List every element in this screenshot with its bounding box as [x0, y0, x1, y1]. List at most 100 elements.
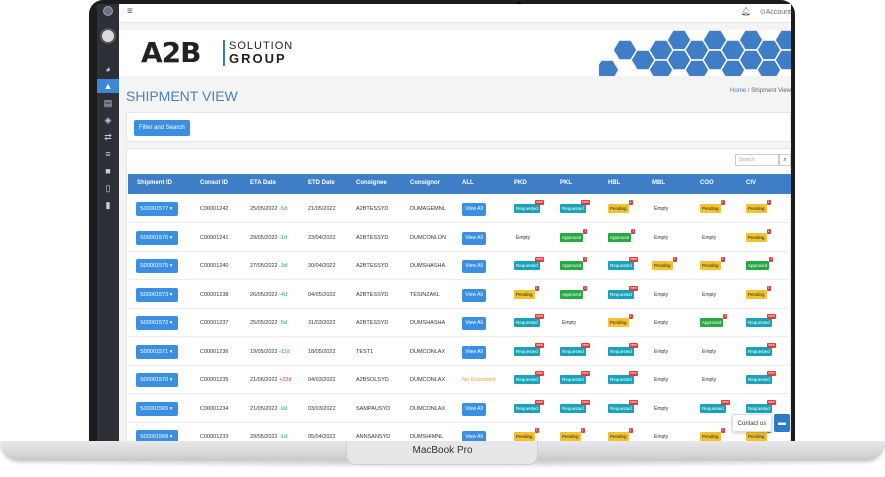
layers-icon[interactable]: ◈ [97, 113, 119, 127]
document-status-badge[interactable]: Requested new [560, 342, 590, 356]
account-menu[interactable]: ⊙Account [760, 8, 791, 16]
document-status-badge[interactable]: Approved 1 [608, 228, 636, 242]
column-header[interactable]: PKL [560, 180, 572, 186]
document-status-badge[interactable]: Approved 1 [560, 257, 588, 270]
eta-delta: -9d [279, 405, 288, 412]
document-status-badge[interactable]: Requested new [746, 342, 776, 356]
avatar[interactable] [100, 28, 116, 44]
etd-date: 05/04/2022 [308, 434, 336, 440]
hamburger-icon[interactable]: ≡ [127, 6, 133, 17]
shipment-id-dropdown[interactable]: S00001569 ▾ [136, 401, 178, 416]
document-status-badge[interactable]: Pending1 [652, 257, 677, 270]
chat-icon[interactable]: ▬ [774, 414, 790, 432]
document-status-badge[interactable]: Pending1 [560, 428, 585, 441]
view-all-button[interactable]: View All [462, 260, 486, 273]
document-status-badge[interactable]: Approved 1 [560, 285, 588, 299]
document-status-badge[interactable]: Pending1 [700, 428, 725, 441]
view-all-button[interactable]: View All [462, 345, 486, 359]
document-status-badge[interactable]: Pending1 [746, 228, 771, 242]
dashboard-icon[interactable]: ◕ [97, 62, 119, 76]
column-header[interactable]: Consignor [410, 180, 440, 186]
shipment-id-dropdown[interactable]: S00001575 ▾ [136, 259, 178, 273]
document-status-badge[interactable]: Requested new [746, 371, 776, 384]
column-header[interactable]: ETD Date [308, 180, 335, 186]
document-status-badge[interactable]: Requested new [514, 314, 544, 327]
document-status-badge[interactable]: Pending1 [746, 428, 771, 441]
document-status-badge[interactable]: Approved 1 [560, 228, 588, 242]
etd-date: 18/05/2022 [308, 348, 336, 355]
view-all-button[interactable]: View All [462, 231, 486, 245]
consignor: DUMCONLAX [410, 405, 446, 412]
shipment-id-dropdown[interactable]: S00001570 ▾ [136, 373, 178, 387]
document-status-badge[interactable]: Pending1 [608, 428, 633, 441]
bell-icon[interactable]: 🔔︎ [741, 7, 751, 16]
document-status-badge[interactable]: Requested new [746, 399, 776, 413]
eta-date: 21/05/2022 -9d [250, 405, 288, 412]
column-header[interactable]: COO [700, 180, 714, 186]
notification-badge: 1 [769, 257, 774, 262]
document-status-badge[interactable]: Requested new [700, 399, 730, 413]
document-status-badge[interactable]: Requested new [514, 200, 544, 213]
document-status-badge[interactable]: Requested new [514, 399, 544, 413]
shipment-id-dropdown[interactable]: S00001572 ▾ [136, 316, 178, 330]
stack-icon[interactable]: ≡ [97, 147, 119, 161]
contact-us-button[interactable]: Contact us [732, 414, 772, 432]
shipment-icon[interactable]: ▲ [97, 79, 119, 93]
truck-icon[interactable]: ■ [97, 164, 119, 178]
column-header[interactable]: Consignee [356, 180, 387, 186]
shipment-id-dropdown[interactable]: S00001573 ▾ [136, 287, 178, 302]
shipment-id-dropdown[interactable]: S00001577 ▾ [136, 202, 178, 216]
view-all-button[interactable]: View All [462, 203, 486, 216]
exchange-icon[interactable]: ⇄ [97, 130, 119, 144]
document-status-badge[interactable]: Approved 1 [746, 257, 774, 270]
account-label[interactable]: Account [766, 9, 791, 16]
column-header[interactable]: PKD [514, 180, 527, 186]
shipment-id-dropdown[interactable]: S00001571 ▾ [136, 344, 178, 359]
document-status-badge[interactable]: Pending1 [514, 285, 539, 299]
view-all-button[interactable]: View All [462, 288, 486, 302]
column-header[interactable]: ALL [462, 180, 474, 186]
search-icon[interactable]: ⌕ [779, 154, 791, 166]
document-status-badge[interactable]: Requested new [746, 314, 776, 327]
column-header[interactable]: Shipment ID [137, 180, 172, 186]
app-logo-icon[interactable] [103, 6, 113, 16]
column-header[interactable]: ETA Date [250, 180, 276, 186]
shipment-id-dropdown[interactable]: S00001576 ▾ [136, 230, 178, 245]
column-header[interactable]: MBL [652, 180, 665, 186]
column-header[interactable]: HBL [608, 180, 620, 186]
document-status-badge[interactable]: Requested new [608, 399, 638, 413]
filter-button[interactable]: Filter and Search [134, 120, 190, 136]
document-status-badge[interactable]: Requested new [560, 200, 590, 213]
document-status-badge[interactable]: Pending1 [746, 200, 771, 213]
document-status-badge[interactable]: Pending1 [514, 428, 539, 441]
document-status-badge[interactable]: Requested new [560, 371, 590, 384]
document-status-badge[interactable]: Requested new [514, 371, 544, 384]
document-status-badge[interactable]: Requested new [514, 257, 544, 270]
notification-badge: 1 [534, 428, 539, 433]
document-status-badge[interactable]: Pending1 [700, 257, 725, 270]
document-status-badge[interactable]: Requested new [560, 399, 590, 413]
document-icon[interactable]: ▯ [97, 181, 119, 195]
clipboard-icon[interactable]: ▤ [97, 96, 119, 110]
consol-id: C00001234 [200, 405, 229, 412]
view-all-button[interactable]: View All [462, 402, 486, 416]
document-status-badge[interactable]: Requested new [514, 342, 544, 356]
view-all-button[interactable]: View All [462, 317, 486, 330]
breadcrumb-home[interactable]: Home [730, 88, 746, 94]
search-input[interactable]: Search [735, 154, 779, 166]
document-status-badge[interactable]: Requested new [608, 257, 638, 270]
document-status-empty: Empty [516, 234, 531, 241]
document-status-badge[interactable]: Approved 1 [700, 314, 728, 327]
column-header[interactable]: CIV [746, 180, 756, 186]
document-status-badge[interactable]: Requested new [608, 285, 638, 299]
document-status-badge[interactable]: Pending1 [700, 200, 725, 213]
document-status-badge[interactable]: Pending1 [608, 200, 633, 213]
column-header[interactable]: Consol ID [200, 180, 228, 186]
document-status-badge[interactable]: Requested new [608, 371, 638, 384]
book-icon[interactable]: ▮ [97, 198, 119, 212]
document-status-badge[interactable]: Pending1 [608, 314, 633, 327]
document-status-badge[interactable]: Requested new [608, 342, 638, 356]
etd-date: 21/05/2022 [308, 206, 336, 212]
document-status-badge[interactable]: Pending1 [746, 285, 771, 299]
table-row: S00001573 ▾ C00001238 26/05/2022 -4d 04/05/… [128, 281, 791, 309]
